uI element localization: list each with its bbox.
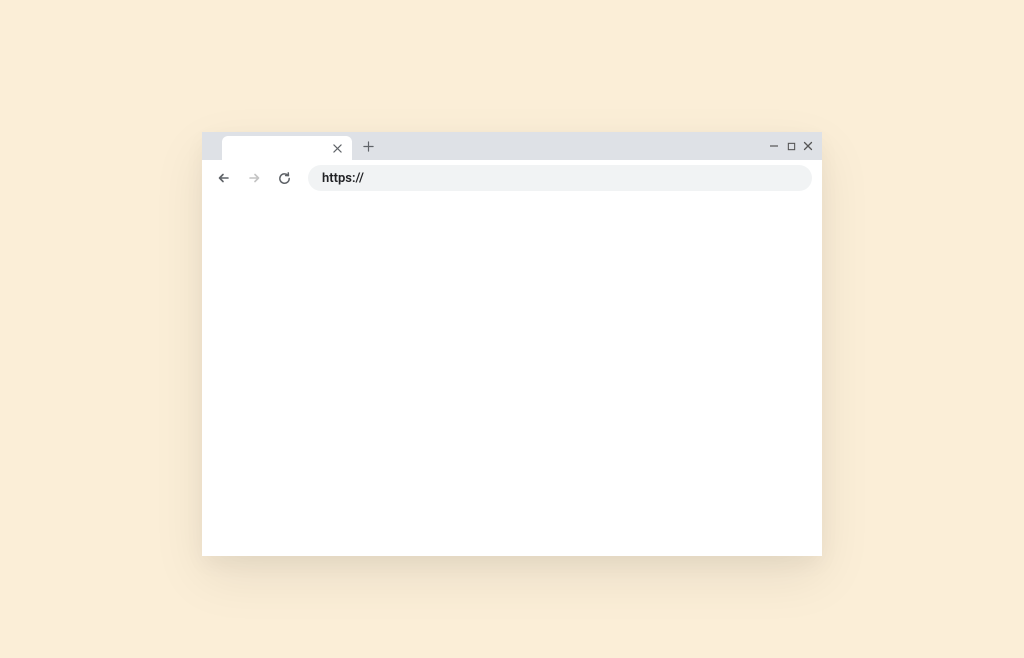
close-window-button[interactable]: [802, 140, 814, 152]
address-bar[interactable]: [308, 165, 812, 191]
reload-button[interactable]: [272, 166, 296, 190]
arrow-left-icon: [216, 170, 232, 186]
browser-viewport: [202, 196, 822, 556]
close-icon: [803, 141, 813, 151]
back-button[interactable]: [212, 166, 236, 190]
forward-button[interactable]: [242, 166, 266, 190]
window-controls: [768, 140, 814, 152]
plus-icon: [363, 141, 374, 152]
browser-window: [202, 132, 822, 556]
minimize-icon: [769, 141, 779, 151]
minimize-button[interactable]: [768, 140, 780, 152]
navigation-toolbar: [202, 160, 822, 196]
browser-tab[interactable]: [222, 136, 352, 160]
title-bar: [202, 132, 822, 160]
tab-close-button[interactable]: [330, 141, 344, 155]
close-icon: [333, 144, 342, 153]
url-input[interactable]: [322, 171, 798, 186]
arrow-right-icon: [246, 170, 262, 186]
maximize-icon: [787, 142, 796, 151]
maximize-button[interactable]: [785, 140, 797, 152]
reload-icon: [277, 171, 292, 186]
new-tab-button[interactable]: [356, 134, 380, 158]
